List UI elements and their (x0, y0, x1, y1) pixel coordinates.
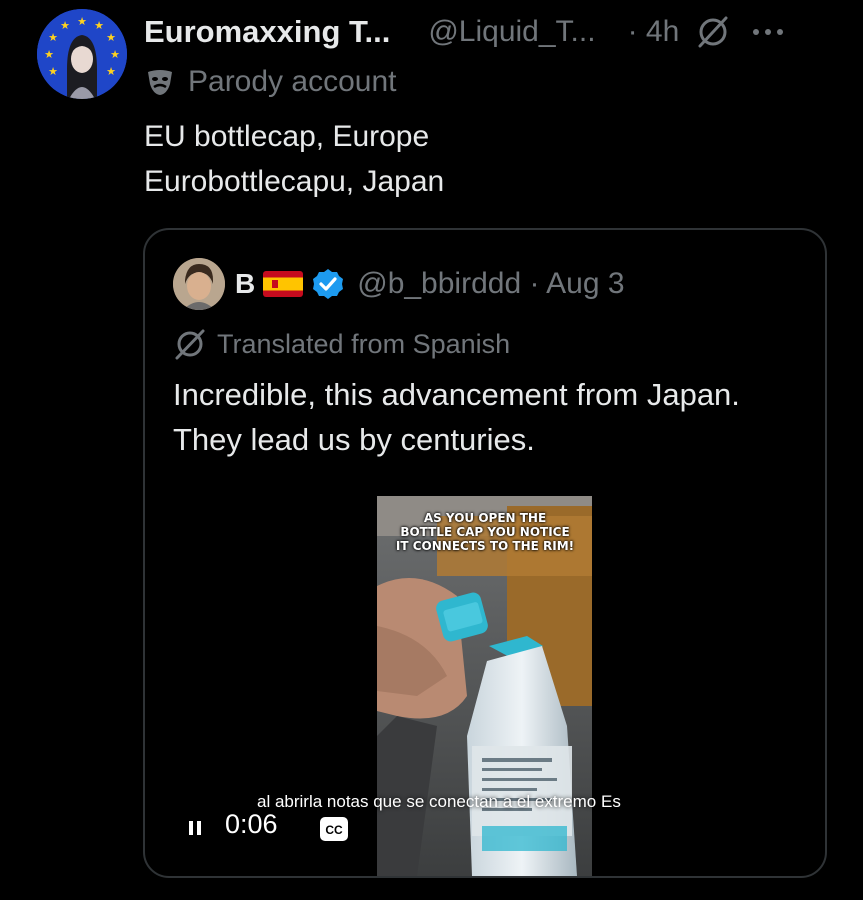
video-overlay-caption: AS YOU OPEN THE BOTTLE CAP YOU NOTICE IT… (395, 511, 575, 553)
post-text-line: Eurobottlecapu, Japan (144, 165, 445, 198)
svg-text:★: ★ (106, 66, 116, 78)
quoted-post-text: Incredible, this advancement from Japan.… (173, 372, 740, 462)
author-handle[interactable]: @Liquid_T... (428, 15, 595, 49)
post-timestamp[interactable]: · 4h (628, 15, 680, 49)
quoted-handle-and-date[interactable]: @b_bbirddd · Aug 3 (357, 267, 624, 301)
quoted-text-line: They lead us by centuries. (173, 422, 535, 457)
svg-text:★: ★ (110, 49, 120, 61)
svg-text:★: ★ (48, 66, 58, 78)
eu-flag-avatar-image: ★ ★ ★ ★ ★ ★ ★ ★ ★ (37, 9, 127, 99)
verified-badge-icon[interactable] (311, 267, 345, 301)
cc-label: CC (325, 823, 343, 837)
translated-indicator[interactable]: Translated from Spanish (173, 326, 510, 362)
post-header: Euromaxxing T... @Liquid_T... · 4h (144, 8, 833, 56)
overlay-caption-line: AS YOU OPEN THE (423, 511, 547, 525)
grok-icon[interactable] (695, 14, 731, 50)
post-text-line: EU bottlecap, Europe (144, 120, 430, 153)
svg-text:★: ★ (106, 32, 116, 44)
overlay-caption-line: IT CONNECTS TO THE RIM! (395, 539, 575, 553)
video-player[interactable]: AS YOU OPEN THE BOTTLE CAP YOU NOTICE IT… (377, 496, 592, 876)
translate-icon (175, 329, 205, 360)
svg-text:★: ★ (44, 49, 54, 61)
quoted-author-avatar[interactable] (173, 258, 225, 310)
more-icon[interactable] (747, 14, 789, 50)
closed-captions-icon[interactable]: CC (320, 817, 348, 841)
svg-text:★: ★ (48, 32, 58, 44)
overlay-caption-line: BOTTLE CAP YOU NOTICE (400, 525, 570, 539)
video-frame-image (377, 496, 592, 876)
parody-mask-icon (148, 70, 172, 95)
quoted-post[interactable]: B @b_bbirddd · Aug 3 Translated from Spa… (143, 228, 827, 878)
video-elapsed-time: 0:06 (225, 809, 278, 839)
author-display-name[interactable]: Euromaxxing T... (144, 14, 390, 50)
pause-icon[interactable] (187, 820, 203, 836)
svg-text:★: ★ (60, 20, 70, 32)
spain-flag-icon (263, 271, 304, 297)
svg-text:★: ★ (77, 16, 87, 28)
svg-text:★: ★ (94, 20, 104, 32)
translated-label: Translated from Spanish (217, 328, 511, 359)
quoted-avatar-image (173, 258, 225, 310)
quoted-text-line: Incredible, this advancement from Japan. (173, 377, 740, 412)
post-text: EU bottlecap, Europe Eurobottlecapu, Jap… (144, 114, 444, 204)
parody-label: Parody account (188, 65, 397, 98)
quoted-author-name[interactable]: B (235, 268, 255, 300)
parody-badge: Parody account (144, 62, 396, 102)
video-subtitle: al abrirla notas que se conectan a el ex… (257, 792, 621, 811)
quoted-post-header: B @b_bbirddd · Aug 3 (173, 258, 625, 310)
author-avatar[interactable]: ★ ★ ★ ★ ★ ★ ★ ★ ★ (37, 9, 127, 99)
